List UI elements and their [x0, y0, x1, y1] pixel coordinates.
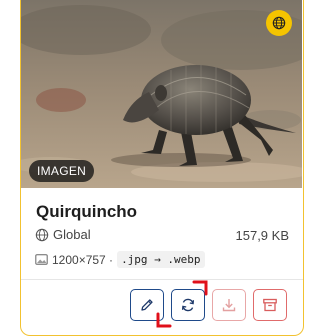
media-title: Quirquincho [36, 202, 138, 221]
archive-icon [263, 298, 277, 312]
edit-button[interactable] [130, 289, 164, 321]
scope-label: Global [35, 227, 91, 242]
globe-icon [35, 228, 49, 241]
file-size: 157,9 KB [235, 228, 290, 243]
pencil-icon [141, 299, 153, 311]
convert-button[interactable] [171, 289, 205, 321]
media-card[interactable]: IMAGEN Quirquincho Global 157,9 KB 1200×… [20, 0, 304, 336]
refresh-icon [181, 298, 195, 312]
card-actions [130, 289, 287, 321]
scope-text: Global [53, 227, 91, 242]
media-type-badge: IMAGEN [29, 160, 95, 182]
archive-button[interactable] [253, 289, 287, 321]
download-icon [222, 299, 236, 312]
conversion-format: .jpg → .webp [117, 251, 205, 268]
image-icon [35, 254, 48, 265]
image-dimensions: 1200×757 · [52, 252, 114, 267]
visibility-globe-button[interactable] [266, 10, 292, 36]
media-thumbnail[interactable]: IMAGEN [21, 0, 302, 188]
card-divider [21, 279, 303, 280]
image-meta: 1200×757 · .jpg → .webp [35, 251, 205, 268]
globe-icon [272, 16, 286, 30]
download-button[interactable] [212, 289, 246, 321]
